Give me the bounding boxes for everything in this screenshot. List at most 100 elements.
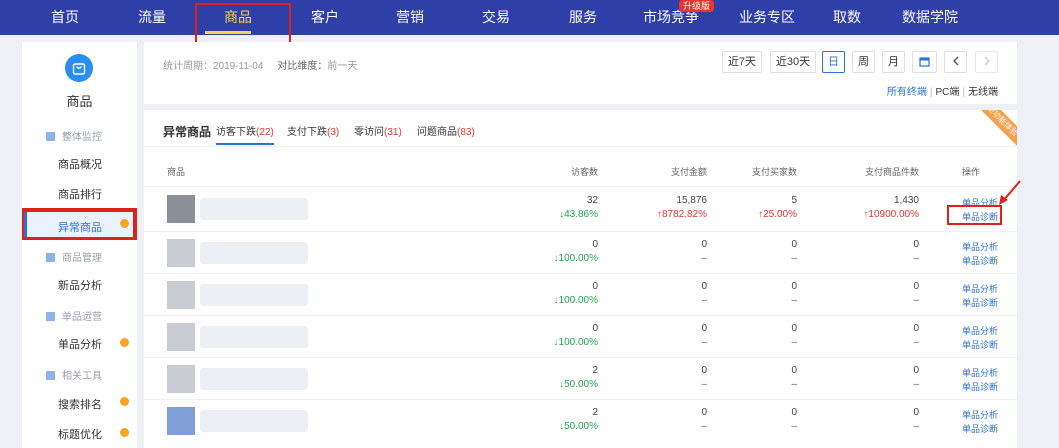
items-value: 0: [913, 407, 919, 418]
range-week-button[interactable]: 周: [852, 51, 875, 73]
product-name-blurred[interactable]: [200, 326, 308, 348]
product-thumbnail[interactable]: [167, 195, 195, 223]
table-row: 2 ↓50.00% 0 – 0 – 0 – 单品分析 单品诊断: [144, 358, 1017, 400]
items-value: 0: [913, 365, 919, 376]
range-day-button[interactable]: 日: [822, 51, 845, 73]
product-thumbnail[interactable]: [167, 281, 195, 309]
sidebar-item-new-products[interactable]: 新品分析: [58, 277, 102, 293]
tab-payment-drop[interactable]: 支付下跌(3): [287, 123, 339, 138]
nav-item-customers[interactable]: 客户: [305, 0, 345, 35]
amount-change: –: [701, 295, 707, 306]
col-visitors[interactable]: 访客数: [571, 165, 598, 178]
product-name-blurred[interactable]: [200, 242, 308, 264]
col-buyers[interactable]: 支付买家数: [752, 165, 797, 178]
product-thumbnail[interactable]: [167, 365, 195, 393]
terminal-mobile[interactable]: 无线端: [968, 87, 998, 98]
tab-zero-visit[interactable]: 零访问(31): [354, 123, 402, 138]
single-analysis-link[interactable]: 单品分析: [962, 240, 998, 253]
range-30-days-button[interactable]: 近30天: [770, 51, 816, 73]
nav-item-trade[interactable]: 交易: [476, 0, 516, 35]
single-diagnosis-link[interactable]: 单品诊断: [962, 380, 998, 393]
new-feature-ribbon[interactable]: 新功能体验: [976, 110, 1017, 147]
buyers-change-value: –: [791, 379, 797, 390]
nav-item-traffic[interactable]: 流量: [132, 0, 172, 35]
table-row: 2 ↓50.00% 0 – 0 – 0 – 单品分析 单品诊断: [144, 400, 1017, 442]
terminal-all[interactable]: 所有终端: [887, 87, 927, 98]
terminal-pc[interactable]: PC端: [935, 87, 959, 98]
nav-item-business-zone[interactable]: 业务专区: [730, 0, 804, 35]
single-diagnosis-link[interactable]: 单品诊断: [962, 338, 998, 351]
product-thumbnail[interactable]: [167, 407, 195, 435]
product-thumbnail[interactable]: [167, 323, 195, 351]
sidebar: 商品 整体监控 商品概况 商品排行 异常商品 商品管理 新品分析 单品运营 单品…: [22, 42, 137, 448]
table-header: 商品 访客数 支付金额 支付买家数 支付商品件数 操作: [144, 165, 1017, 187]
visitors-value: 0: [592, 323, 598, 334]
visitors-change: ↓100.00%: [554, 295, 598, 306]
amount-value: 0: [701, 365, 707, 376]
chart-icon: [46, 312, 55, 321]
tab-label: 访客下跌: [216, 127, 256, 138]
sidebar-group-tools: 相关工具: [46, 367, 102, 382]
buyers-change: ↑25.00%: [758, 209, 797, 220]
divider: [144, 315, 1017, 316]
next-date-button[interactable]: [975, 51, 998, 73]
divider: [144, 186, 1017, 187]
sidebar-item-single-analysis[interactable]: 单品分析: [58, 336, 102, 352]
buyers-change-value: 25.00%: [763, 209, 797, 220]
amount-change: ↑8782.82%: [657, 209, 707, 220]
range-7-days-button[interactable]: 近7天: [722, 51, 762, 73]
nav-item-data-academy[interactable]: 数据学院: [900, 0, 960, 35]
items-change-value: –: [913, 421, 919, 432]
single-analysis-link[interactable]: 单品分析: [962, 408, 998, 421]
prev-date-button[interactable]: [944, 51, 967, 73]
nav-item-fetch-data[interactable]: 取数: [827, 0, 867, 35]
visitors-change: ↓100.00%: [554, 337, 598, 348]
product-name-blurred[interactable]: [200, 410, 308, 432]
amount-change: –: [701, 253, 707, 264]
buyers-change-value: –: [791, 337, 797, 348]
tab-visitor-drop[interactable]: 访客下跌(22): [216, 123, 274, 138]
terminal-switch: 所有终端 | PC端 | 无线端: [886, 87, 998, 98]
sidebar-item-ranking[interactable]: 商品排行: [58, 186, 102, 202]
single-analysis-link[interactable]: 单品分析: [962, 324, 998, 337]
visitors-value: 2: [592, 407, 598, 418]
product-name-blurred[interactable]: [200, 198, 308, 220]
nav-item-service[interactable]: 服务: [563, 0, 603, 35]
notification-dot: [120, 397, 129, 406]
range-month-button[interactable]: 月: [882, 51, 905, 73]
tab-active-underline: [216, 143, 274, 145]
filter-bar: 统计周期：2019-11-04 对比维度：前一天 近7天 近30天 日 周 月 …: [144, 42, 1017, 104]
chart-icon: [46, 371, 55, 380]
single-diagnosis-link[interactable]: 单品诊断: [962, 422, 998, 435]
product-name-blurred[interactable]: [200, 368, 308, 390]
product-name-blurred[interactable]: [200, 284, 308, 306]
col-amount[interactable]: 支付金额: [671, 165, 707, 178]
tab-count: (3): [327, 127, 340, 138]
buyers-value: 5: [791, 195, 797, 206]
sidebar-group-management: 商品管理: [46, 249, 102, 264]
sidebar-item-search-rank[interactable]: 搜索排名: [58, 396, 102, 412]
sidebar-item-title-optimize[interactable]: 标题优化: [58, 426, 102, 442]
single-analysis-link[interactable]: 单品分析: [962, 282, 998, 295]
nav-item-home[interactable]: 首页: [45, 0, 85, 35]
items-change: ↑10900.00%: [863, 209, 919, 220]
items-change-value: –: [913, 253, 919, 264]
single-diagnosis-link[interactable]: 单品诊断: [962, 254, 998, 267]
table-row: 0 ↓100.00% 0 – 0 – 0 – 单品分析 单品诊断: [144, 274, 1017, 316]
nav-item-marketing[interactable]: 营销: [390, 0, 430, 35]
product-thumbnail[interactable]: [167, 239, 195, 267]
tab-problem-products[interactable]: 问题商品(83): [417, 123, 475, 138]
buyers-value: 0: [791, 239, 797, 250]
sidebar-item-overview[interactable]: 商品概况: [58, 156, 102, 172]
col-items[interactable]: 支付商品件数: [865, 165, 919, 178]
items-change-value: –: [913, 337, 919, 348]
tab-label: 支付下跌: [287, 127, 327, 138]
buyers-change-value: –: [791, 253, 797, 264]
period-value: 2019-11-04: [213, 61, 264, 72]
single-diagnosis-link[interactable]: 单品诊断: [962, 296, 998, 309]
tab-label: 问题商品: [417, 127, 457, 138]
amount-change-value: 8782.82%: [661, 209, 707, 220]
single-analysis-link[interactable]: 单品分析: [962, 366, 998, 379]
calendar-button[interactable]: [912, 51, 937, 73]
sidebar-group-label: 相关工具: [62, 371, 102, 382]
